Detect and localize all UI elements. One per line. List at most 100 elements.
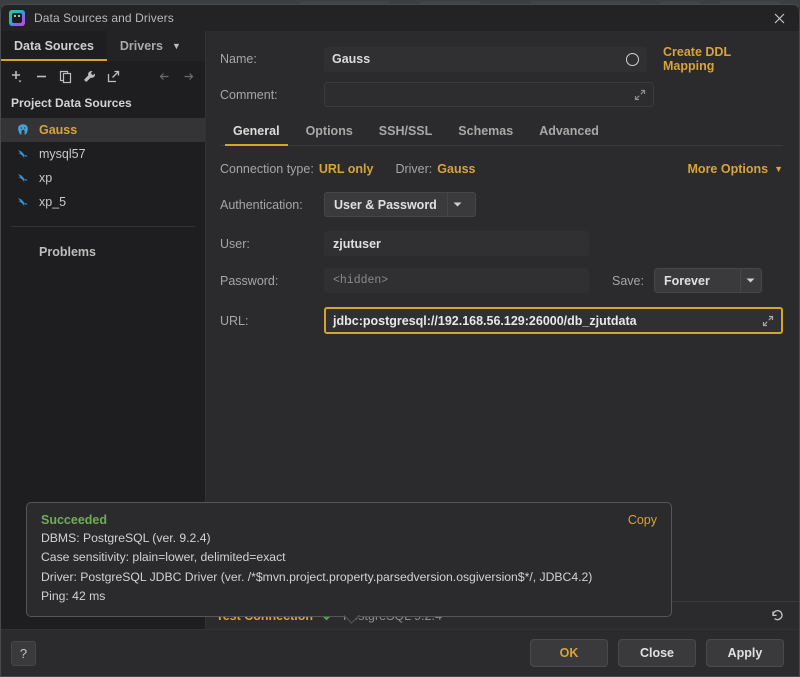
comment-input[interactable] — [324, 82, 654, 107]
sidebar-divider — [11, 226, 195, 227]
name-input-value: Gauss — [332, 52, 371, 66]
tab-options-label: Options — [305, 124, 353, 138]
tab-data-sources-label: Data Sources — [14, 39, 94, 53]
reset-arrow-icon[interactable] — [770, 608, 785, 623]
mysql-dolphin-icon — [15, 171, 30, 186]
sidebar-group-header: Project Data Sources — [11, 96, 132, 110]
user-label: User: — [220, 236, 250, 251]
comment-row: Comment: — [220, 82, 783, 107]
dialog-titlebar: Data Sources and Drivers — [1, 5, 799, 31]
sidebar-item-problems[interactable]: Problems — [1, 240, 205, 264]
test-connection-result-popup: Succeeded Copy DBMS: PostgreSQL (ver. 9.… — [26, 502, 672, 617]
sidebar-item-mysql57[interactable]: mysql57 — [1, 142, 205, 166]
duplicate-data-source-button[interactable] — [55, 65, 76, 87]
tab-general[interactable]: General — [220, 120, 293, 146]
url-row: URL: jdbc:postgresql://192.168.56.129:26… — [220, 307, 783, 334]
save-label: Save: — [612, 273, 644, 288]
color-ring-icon[interactable] — [626, 52, 640, 66]
user-input-value: zjutuser — [333, 236, 381, 251]
sidebar-item-problems-label: Problems — [39, 245, 96, 259]
save-value: Forever — [663, 273, 710, 288]
comment-label: Comment: — [220, 87, 278, 102]
add-data-source-button[interactable] — [7, 65, 28, 87]
result-line-ping: Ping: 42 ms — [41, 589, 106, 604]
sidebar-item-xp-5-label: xp_5 — [39, 195, 67, 209]
driver-value[interactable]: Gauss — [437, 162, 475, 176]
mysql-dolphin-icon — [15, 147, 30, 162]
expand-icon[interactable] — [762, 315, 774, 327]
create-ddl-mapping-link[interactable]: Create DDL Mapping — [663, 45, 783, 73]
connection-meta-row: Connection type: URL only Driver: Gauss … — [220, 162, 783, 176]
authentication-select[interactable]: User & Password — [324, 192, 476, 217]
password-label: Password: — [220, 273, 279, 288]
remove-data-source-button[interactable] — [31, 65, 52, 87]
data-sources-and-drivers-dialog: Data Sources and Drivers Data Sources Dr… — [0, 4, 800, 677]
settings-tabs: General Options SSH/SSL Schemas Advanced — [220, 120, 783, 146]
sidebar-item-gauss[interactable]: Gauss — [1, 118, 205, 142]
user-row: User: zjutuser — [220, 231, 783, 256]
result-line-driver: Driver: PostgreSQL JDBC Driver (ver. /*$… — [41, 569, 593, 584]
authentication-label: Authentication: — [220, 197, 303, 212]
dialog-footer: ? OK Close Apply — [1, 629, 799, 676]
tab-advanced-label: Advanced — [539, 124, 599, 138]
chevron-down-icon: ▼ — [172, 40, 181, 51]
sidebar-item-mysql57-label: mysql57 — [39, 147, 86, 161]
url-input[interactable]: jdbc:postgresql://192.168.56.129:26000/d… — [324, 307, 783, 334]
ok-button[interactable]: OK — [530, 639, 608, 667]
connection-type-value[interactable]: URL only — [319, 162, 374, 176]
help-button[interactable]: ? — [11, 640, 36, 666]
authentication-value: User & Password — [334, 197, 437, 212]
wrench-icon[interactable] — [79, 65, 100, 87]
password-row: Password: <hidden> Save: Forever — [220, 268, 783, 293]
tab-general-label: General — [233, 124, 280, 138]
chevron-down-icon: ▼ — [774, 164, 783, 174]
more-options-label: More Options — [687, 162, 769, 176]
tab-schemas[interactable]: Schemas — [445, 120, 526, 145]
caret-down-icon — [446, 193, 468, 216]
postgres-elephant-icon — [15, 123, 30, 138]
sidebar-item-gauss-label: Gauss — [39, 123, 78, 137]
external-link-icon[interactable] — [103, 65, 124, 87]
name-row: Name: Gauss Create DDL Mapping — [220, 45, 783, 73]
popup-tail — [344, 615, 360, 624]
more-options-link[interactable]: More Options ▼ — [688, 162, 783, 176]
result-header: Succeeded Copy — [41, 513, 657, 527]
name-input[interactable]: Gauss — [324, 46, 648, 72]
connection-type-label: Connection type: — [220, 162, 314, 176]
password-input-placeholder: <hidden> — [333, 274, 389, 287]
user-input[interactable]: zjutuser — [324, 231, 589, 256]
save-select[interactable]: Forever — [653, 268, 762, 293]
url-input-value: jdbc:postgresql://192.168.56.129:26000/d… — [333, 313, 637, 328]
copy-button[interactable]: Copy — [628, 513, 657, 527]
mysql-dolphin-icon — [15, 195, 30, 210]
tab-drivers-label: Drivers — [119, 39, 163, 53]
authentication-row: Authentication: User & Password — [220, 192, 783, 217]
close-button[interactable]: Close — [618, 639, 696, 667]
forward-button[interactable] — [178, 65, 199, 87]
sidebar-item-xp-5[interactable]: xp_5 — [1, 190, 205, 214]
tab-schemas-label: Schemas — [458, 124, 514, 138]
data-source-list: Gauss mysql57 xp xp_5 — [1, 117, 205, 214]
driver-label: Driver: — [395, 162, 433, 176]
dialog-title: Data Sources and Drivers — [34, 11, 174, 25]
password-input[interactable]: <hidden> — [324, 268, 589, 293]
sidebar-item-xp[interactable]: xp — [1, 166, 205, 190]
sidebar-tabs: Data Sources Drivers ▼ — [1, 31, 205, 61]
apply-button[interactable]: Apply — [706, 639, 784, 667]
result-status: Succeeded — [41, 513, 108, 527]
back-button[interactable] — [154, 65, 175, 87]
result-line-dbms: DBMS: PostgreSQL (ver. 9.2.4) — [41, 531, 211, 545]
tab-ssh-ssl-label: SSH/SSL — [378, 124, 433, 138]
expand-icon[interactable] — [634, 89, 646, 101]
tab-ssh-ssl[interactable]: SSH/SSL — [366, 120, 446, 145]
tab-data-sources[interactable]: Data Sources — [1, 31, 107, 61]
name-label: Name: — [220, 52, 257, 66]
tab-drivers[interactable]: Drivers ▼ — [107, 31, 194, 61]
tab-options[interactable]: Options — [293, 120, 366, 145]
close-icon[interactable] — [765, 7, 793, 29]
result-line-case-sensitivity: Case sensitivity: plain=lower, delimited… — [41, 550, 286, 565]
footer-buttons: OK Close Apply — [530, 639, 784, 667]
sidebar-toolbar — [1, 61, 205, 91]
tab-advanced[interactable]: Advanced — [526, 120, 612, 145]
